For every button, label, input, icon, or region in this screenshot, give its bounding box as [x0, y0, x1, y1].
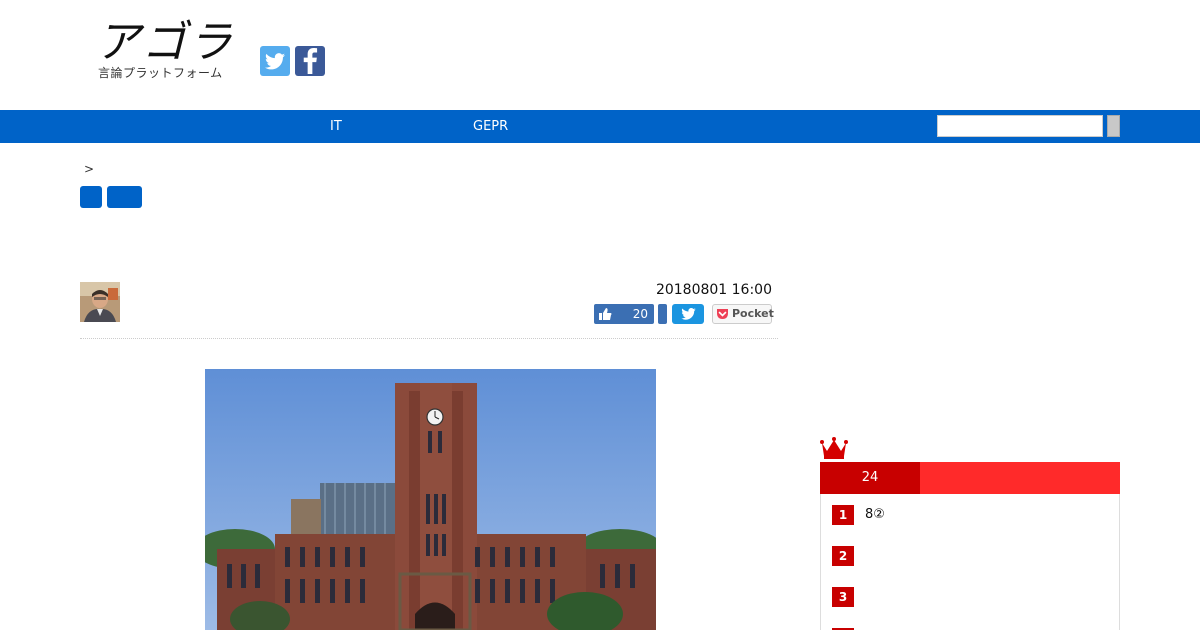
pocket-button[interactable]: Pocket: [712, 304, 774, 324]
twitter-icon: [265, 52, 285, 69]
site-logo[interactable]: アゴラ 言論プラットフォーム: [96, 18, 246, 88]
meta-divider: [80, 338, 778, 339]
search-input[interactable]: [937, 115, 1103, 137]
facebook-link[interactable]: [295, 46, 325, 76]
thumbs-up-icon: [599, 308, 612, 320]
rank-number: 1: [832, 505, 854, 525]
ranking-item[interactable]: 2: [832, 546, 1102, 566]
author-photo: [80, 282, 120, 322]
ranking-tab-24h[interactable]: 24: [820, 462, 920, 494]
crown-icon: [820, 437, 848, 459]
nav-item-gepr[interactable]: GEPR: [473, 110, 508, 143]
category-tag[interactable]: [80, 186, 102, 208]
university-building-photo: [205, 369, 656, 630]
pocket-label: Pocket: [732, 307, 774, 320]
twitter-link[interactable]: [260, 46, 290, 76]
category-tag[interactable]: [107, 186, 142, 208]
pocket-icon: [717, 309, 728, 319]
rank-number: 2: [832, 546, 854, 566]
logo-title: アゴラ: [96, 17, 234, 68]
ranking-tabs: 24: [820, 462, 1120, 494]
rank-number: 3: [832, 587, 854, 607]
article-image: [205, 369, 656, 630]
twitter-icon: [680, 308, 696, 320]
ranking-item[interactable]: 3: [832, 587, 1102, 607]
nav-item-it[interactable]: IT: [330, 110, 342, 143]
facebook-icon: [303, 48, 318, 74]
tweet-button[interactable]: [672, 304, 704, 324]
like-count: 20: [632, 307, 648, 321]
site-header: アゴラ 言論プラットフォーム: [0, 0, 1200, 110]
rank-title: 8②: [865, 507, 885, 522]
search-button[interactable]: [1107, 115, 1120, 137]
facebook-like-button[interactable]: 20: [594, 304, 654, 324]
breadcrumb: >: [84, 162, 95, 176]
hatena-bookmark-button[interactable]: [658, 304, 667, 324]
post-date: 20180801 16:00: [655, 282, 772, 298]
logo-subtitle: 言論プラットフォーム: [98, 66, 223, 80]
author-avatar[interactable]: [80, 282, 120, 322]
ranking-list: 1 8② 2 3: [820, 494, 1120, 630]
ranking-item[interactable]: 1 8②: [832, 505, 1102, 525]
